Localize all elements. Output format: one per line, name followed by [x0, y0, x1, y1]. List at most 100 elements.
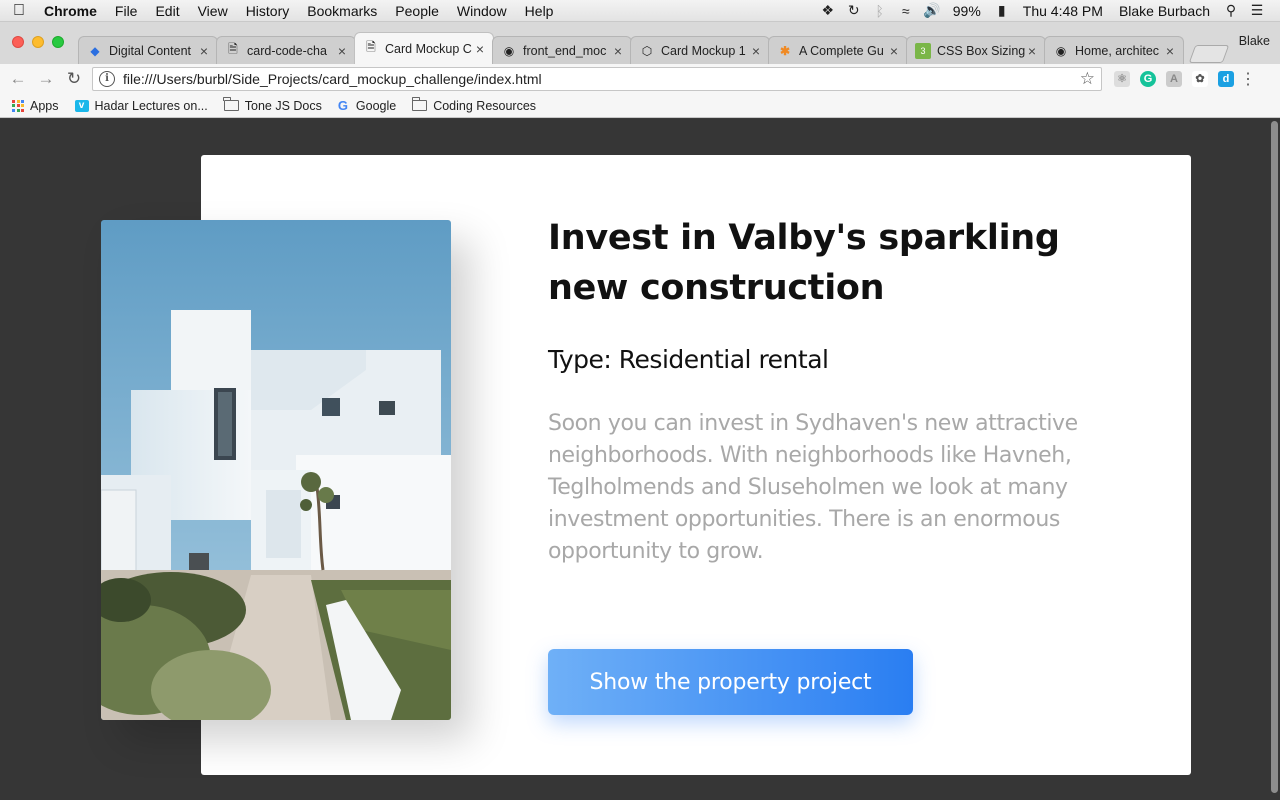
bookmark-label: Tone JS Docs	[244, 98, 322, 113]
tab-title: A Complete Gu	[799, 43, 884, 58]
bookmark-apps[interactable]: Apps	[12, 99, 59, 113]
close-tab-icon[interactable]: ×	[335, 43, 349, 59]
apple-icon[interactable]: 	[0, 2, 38, 20]
time-machine-icon[interactable]: ↻	[841, 2, 867, 19]
window-controls	[12, 36, 64, 48]
tab-title: front_end_moc	[523, 43, 607, 58]
property-type: Type: Residential rental	[548, 345, 829, 374]
tab-css-box-sizing[interactable]: 3 CSS Box Sizing ×	[906, 36, 1046, 64]
tab-list: ◆ Digital Content × 🗎 card-code-cha × 🗎 …	[78, 32, 1230, 64]
folder-icon	[223, 97, 239, 111]
menu-window[interactable]: Window	[448, 3, 516, 19]
asterisk-icon: ✱	[779, 43, 791, 58]
browser-toolbar: ← → ↻ i file:///Users/burbl/Side_Project…	[0, 64, 1280, 94]
status-area: ❖ ↻ ᛒ ≈ 🔊 99% ▮ Thu 4:48 PM Blake Burbac…	[815, 2, 1280, 19]
extension-icons: ⚛ G A ✿ d	[1114, 71, 1234, 87]
bookmark-tone-js-docs[interactable]: Tone JS Docs	[223, 97, 322, 113]
back-arrow-icon[interactable]: ←	[4, 69, 32, 89]
card-headline: Invest in Valby's sparkling new construc…	[548, 218, 1060, 308]
user-name[interactable]: Blake Burbach	[1111, 3, 1218, 19]
diamond-icon: ◆	[90, 43, 100, 58]
apps-grid-icon	[12, 99, 24, 112]
tab-title: Home, architec	[1075, 43, 1160, 58]
bookmark-coding-resources[interactable]: Coding Resources	[411, 97, 537, 113]
profile-button[interactable]: Blake	[1239, 34, 1270, 48]
bookmarks-bar: Apps v Hadar Lectures on... Tone JS Docs…	[0, 94, 1280, 118]
close-tab-icon[interactable]: ×	[1025, 43, 1039, 59]
bookmark-label: Hadar Lectures on...	[94, 98, 208, 113]
close-tab-icon[interactable]: ×	[749, 43, 763, 59]
notification-center-icon[interactable]: ☰	[1244, 2, 1270, 19]
menu-bookmarks[interactable]: Bookmarks	[298, 3, 386, 19]
menu-help[interactable]: Help	[516, 3, 563, 19]
chrome-menu-icon[interactable]: ⋮	[1240, 69, 1256, 89]
menu-file[interactable]: File	[106, 3, 147, 19]
wifi-icon[interactable]: ≈	[893, 3, 919, 19]
google-icon: G	[337, 97, 349, 113]
camera-icon: ◉	[1055, 43, 1067, 58]
close-window-button[interactable]	[12, 36, 24, 48]
bookmark-star-icon[interactable]: ☆	[1080, 69, 1095, 89]
bookmark-google[interactable]: G Google	[338, 99, 396, 113]
close-tab-icon[interactable]: ×	[887, 43, 901, 59]
vertical-scrollbar[interactable]	[1271, 121, 1278, 793]
menu-edit[interactable]: Edit	[146, 3, 188, 19]
new-tab-button[interactable]	[1188, 45, 1230, 63]
react-devtools-icon[interactable]: ⚛	[1114, 71, 1130, 87]
show-property-project-button[interactable]: Show the property project	[548, 649, 913, 715]
tab-title: Digital Content	[109, 43, 191, 58]
minimize-window-button[interactable]	[32, 36, 44, 48]
battery-icon[interactable]: ▮	[989, 2, 1015, 19]
close-tab-icon[interactable]: ×	[1163, 43, 1177, 59]
macos-menu-bar:  Chrome File Edit View History Bookmark…	[0, 0, 1280, 22]
dropbox-icon[interactable]: ❖	[815, 2, 841, 19]
bookmark-label: Coding Resources	[433, 98, 537, 113]
menu-view[interactable]: View	[189, 3, 237, 19]
card-content: Invest in Valby's sparkling new construc…	[548, 213, 1148, 568]
tab-title: Card Mockup 1	[661, 43, 746, 58]
address-bar[interactable]: i file:///Users/burbl/Side_Projects/card…	[92, 67, 1102, 91]
spotlight-search-icon[interactable]: ⚲	[1218, 2, 1244, 19]
d-extension-icon[interactable]: d	[1218, 71, 1234, 87]
github-icon: ◉	[503, 43, 515, 58]
grammarly-icon[interactable]: G	[1140, 71, 1156, 87]
folder-icon	[411, 97, 428, 111]
card-description: Soon you can invest in Sydhaven's new at…	[548, 411, 1078, 564]
volume-icon[interactable]: 🔊	[919, 2, 945, 19]
codepen-icon: ⬡	[641, 43, 653, 58]
clock[interactable]: Thu 4:48 PM	[1015, 3, 1111, 19]
evernote-icon[interactable]: ✿	[1192, 71, 1208, 87]
menu-history[interactable]: History	[237, 3, 299, 19]
forward-arrow-icon[interactable]: →	[32, 69, 60, 89]
bluetooth-icon[interactable]: ᛒ	[867, 3, 893, 19]
reload-icon[interactable]: ↻	[60, 69, 88, 89]
file-icon: 🗎	[228, 42, 238, 56]
tab-card-mockup-1[interactable]: ⬡ Card Mockup 1 ×	[630, 36, 770, 64]
tab-card-mockup-active[interactable]: 🗎 Card Mockup C ×	[354, 32, 494, 64]
tab-title: Card Mockup C	[385, 41, 472, 56]
angular-icon[interactable]: A	[1166, 71, 1182, 87]
battery-percent[interactable]: 99%	[945, 3, 989, 19]
white-house-image	[101, 220, 451, 720]
bookmark-hadar-lectures[interactable]: v Hadar Lectures on...	[74, 98, 208, 113]
tab-title: card-code-cha	[247, 43, 327, 58]
bookmark-label: Google	[355, 98, 397, 113]
menu-app-chrome[interactable]: Chrome	[38, 3, 106, 19]
address-url[interactable]: file:///Users/burbl/Side_Projects/card_m…	[123, 71, 1080, 87]
close-tab-icon[interactable]: ×	[473, 41, 487, 57]
bookmark-label: Apps	[30, 98, 59, 113]
tab-digital-content[interactable]: ◆ Digital Content ×	[78, 36, 218, 64]
menu-people[interactable]: People	[386, 3, 448, 19]
tab-title: CSS Box Sizing	[937, 43, 1025, 58]
page-viewport[interactable]: Invest in Valby's sparkling new construc…	[0, 119, 1280, 800]
close-tab-icon[interactable]: ×	[611, 43, 625, 59]
info-icon[interactable]: i	[99, 71, 115, 87]
close-tab-icon[interactable]: ×	[197, 43, 211, 59]
tab-card-code-challenge[interactable]: 🗎 card-code-cha ×	[216, 36, 356, 64]
vimeo-icon: v	[74, 99, 89, 112]
tab-home-architecture[interactable]: ◉ Home, architec ×	[1044, 36, 1184, 64]
maximize-window-button[interactable]	[52, 36, 64, 48]
tab-complete-guide[interactable]: ✱ A Complete Gu ×	[768, 36, 908, 64]
file-icon: 🗎	[366, 40, 376, 54]
tab-front-end-mock[interactable]: ◉ front_end_moc ×	[492, 36, 632, 64]
